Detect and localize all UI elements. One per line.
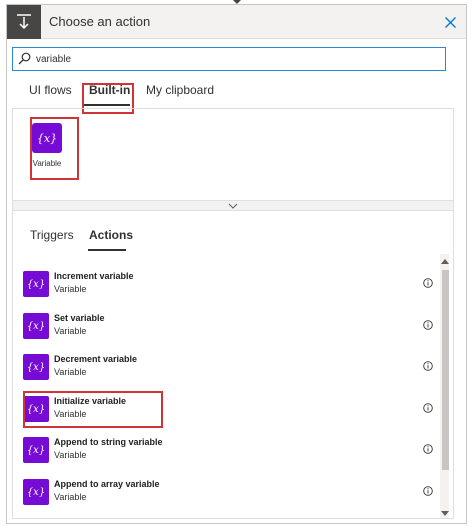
scroll-down-arrow-icon[interactable] bbox=[441, 511, 449, 517]
variable-tile-highlight bbox=[30, 117, 79, 180]
action-connector: Variable bbox=[54, 367, 87, 377]
action-increment-variable[interactable]: {x} Increment variable Variable bbox=[13, 264, 437, 304]
action-name: Append to array variable bbox=[54, 479, 160, 489]
info-icon[interactable] bbox=[423, 278, 433, 288]
action-decrement-variable[interactable]: {x} Decrement variable Variable bbox=[13, 347, 437, 387]
variable-icon: {x} bbox=[23, 313, 49, 339]
search-icon bbox=[18, 52, 31, 65]
panel-header: Choose an action bbox=[7, 5, 466, 39]
action-set-variable[interactable]: {x} Set variable Variable bbox=[13, 306, 437, 346]
chevron-down-icon bbox=[228, 203, 238, 209]
action-connector: Variable bbox=[54, 284, 87, 294]
tab-ui-flows[interactable]: UI flows bbox=[29, 83, 72, 97]
tab-triggers[interactable]: Triggers bbox=[30, 228, 74, 242]
action-append-to-array-variable[interactable]: {x} Append to array variable Variable bbox=[13, 472, 437, 512]
action-name: Set variable bbox=[54, 313, 105, 323]
action-connector: Variable bbox=[54, 326, 87, 336]
action-connector: Variable bbox=[54, 492, 87, 502]
info-icon[interactable] bbox=[423, 444, 433, 454]
action-name: Increment variable bbox=[54, 271, 134, 281]
search-box[interactable] bbox=[12, 47, 446, 71]
download-tray-icon bbox=[7, 5, 41, 39]
variable-icon: {x} bbox=[23, 271, 49, 297]
info-icon[interactable] bbox=[423, 486, 433, 496]
initialize-variable-highlight bbox=[23, 391, 163, 428]
info-icon[interactable] bbox=[423, 320, 433, 330]
info-icon[interactable] bbox=[423, 403, 433, 413]
scrollbar-thumb[interactable] bbox=[442, 270, 449, 470]
variable-icon: {x} bbox=[23, 354, 49, 380]
close-icon bbox=[444, 16, 456, 28]
panel-title: Choose an action bbox=[49, 14, 151, 29]
tab-actions[interactable]: Actions bbox=[89, 228, 133, 242]
collapse-divider[interactable] bbox=[12, 200, 454, 211]
action-name: Append to string variable bbox=[54, 437, 163, 447]
action-connector: Variable bbox=[54, 450, 87, 460]
action-append-to-string-variable[interactable]: {x} Append to string variable Variable bbox=[13, 430, 437, 470]
close-button[interactable] bbox=[440, 12, 460, 32]
variable-icon: {x} bbox=[23, 437, 49, 463]
variable-icon: {x} bbox=[23, 479, 49, 505]
info-icon[interactable] bbox=[423, 361, 433, 371]
scroll-up-arrow-icon[interactable] bbox=[441, 258, 449, 264]
action-name: Decrement variable bbox=[54, 354, 138, 364]
search-input[interactable] bbox=[36, 51, 436, 67]
actions-tab-underline bbox=[88, 249, 126, 251]
tab-my-clipboard[interactable]: My clipboard bbox=[146, 83, 214, 97]
